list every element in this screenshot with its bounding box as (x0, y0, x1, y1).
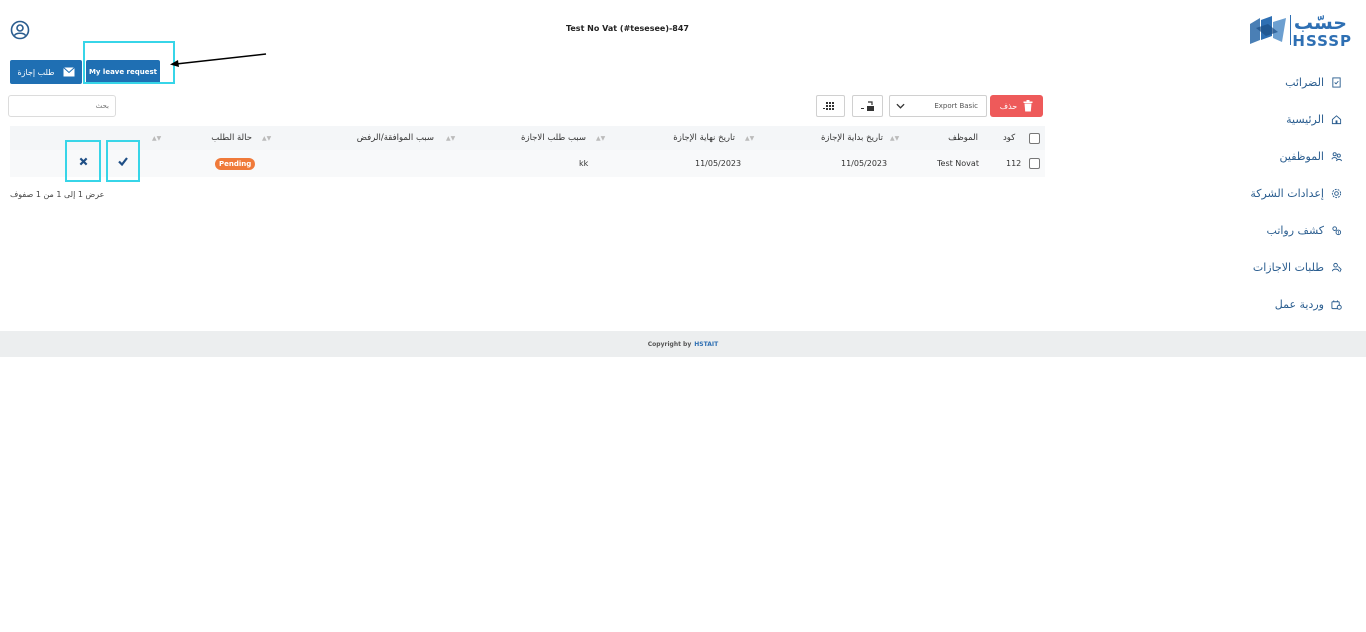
column-header-code[interactable]: كود (1003, 126, 1015, 150)
sidebar-item-label: الموظفين (1279, 150, 1324, 163)
sidebar-item-label: الرئيسية (1286, 113, 1324, 126)
row-checkbox[interactable] (1029, 158, 1040, 169)
employees-icon (1330, 151, 1342, 163)
select-all-checkbox[interactable] (1029, 132, 1040, 144)
tax-icon (1330, 77, 1342, 89)
column-header-label: تاريخ نهاية الإجازة (673, 133, 735, 143)
leave-request-button[interactable]: طلب إجازة (10, 60, 82, 84)
sidebar-item-label: طلبات الاجازات (1252, 261, 1324, 274)
check-icon (118, 157, 128, 166)
column-header-end-date[interactable]: ▲▼ تاريخ نهاية الإجازة (596, 126, 735, 150)
table-header: كود ▲▼ الموظف ▲▼ تاريخ بداية الإجازة ▲▼ تار… (10, 126, 1045, 150)
user-profile-icon[interactable] (10, 20, 30, 40)
sort-icon: ▲▼ (890, 134, 900, 142)
sidebar-item-taxes[interactable]: الضرائب (1222, 64, 1342, 101)
table-row: 112 Test Novat 11/05/2023 11/05/2023 kk … (10, 150, 1045, 177)
sidebar-item-payroll[interactable]: كشف رواتب (1222, 212, 1342, 249)
app-root: Test No Vat (#tesesee)-847 حسّب HSSSP ال… (0, 0, 1366, 632)
sort-icon: ▲▼ (596, 134, 606, 142)
sidebar-item-label: وردية عمل (1274, 298, 1324, 311)
leave-request-label: طلب إجازة (17, 67, 55, 77)
reject-button[interactable] (65, 140, 101, 182)
row-end-date: 11/05/2023 (695, 159, 742, 168)
envelope-icon (62, 67, 75, 77)
logo-divider (1290, 15, 1291, 45)
column-header-reason[interactable]: ▲▼ سبب طلب الاجازة (446, 126, 586, 150)
export-type-select[interactable]: Export Basic (889, 95, 987, 117)
status-badge: Pending (215, 157, 256, 170)
sidebar-item-label: الضرائب (1285, 76, 1324, 89)
columns-toggle-button[interactable] (816, 95, 845, 117)
sidebar-nav: الضرائب الرئيسية الموظفين إعدادات الشركة… (1222, 64, 1342, 323)
trash-icon (1023, 100, 1033, 112)
row-employee: Test Novat (937, 159, 979, 168)
sidebar-item-label: كشف رواتب (1266, 224, 1324, 237)
sidebar-item-company-settings[interactable]: إعدادات الشركة (1222, 175, 1342, 212)
column-header-label: الموظف (948, 133, 978, 143)
payroll-icon (1330, 225, 1342, 237)
logo-mark-icon (1250, 16, 1286, 44)
sort-icon: ▲▼ (745, 134, 755, 142)
footer: Copyright by HSTAIT (0, 331, 1366, 357)
sidebar: حسّب HSSSP الضرائب الرئيسية الموظفين إعد… (1236, 0, 1366, 330)
highlight-box-my-leave (83, 41, 175, 84)
sidebar-item-home[interactable]: الرئيسية (1222, 101, 1342, 138)
sidebar-item-employees[interactable]: الموظفين (1222, 138, 1342, 175)
column-header-label: سبب الموافقة/الرفض (356, 133, 434, 143)
sort-icon: ▲▼ (262, 134, 272, 142)
column-header-status[interactable]: ▲▼ حالة الطلب (152, 126, 252, 150)
row-status-cell: Pending (215, 150, 256, 177)
sidebar-item-work-shift[interactable]: وردية عمل (1222, 286, 1342, 323)
delete-button[interactable]: حذف (990, 95, 1043, 117)
annotation-arrow-icon (170, 53, 267, 67)
sort-icon: ▲▼ (446, 134, 456, 142)
company-settings-icon (1330, 188, 1342, 200)
sort-icon: ▲▼ (152, 134, 162, 142)
logo-arabic-text: حسّب (1293, 12, 1347, 34)
column-header-start-date[interactable]: ▲▼ تاريخ بداية الإجازة (745, 126, 883, 150)
export-options-button[interactable] (852, 95, 883, 117)
work-shift-icon (1330, 299, 1342, 311)
table-info: عرض 1 إلى 1 من 1 صفوف (10, 190, 105, 199)
brand-logo[interactable]: حسّب HSSSP (1236, 10, 1361, 50)
row-start-date: 11/05/2023 (841, 159, 888, 168)
approve-button[interactable] (106, 140, 140, 182)
footer-brand-link[interactable]: HSTAIT (694, 341, 718, 348)
column-header-label: حالة الطلب (211, 133, 252, 143)
search-input[interactable] (8, 95, 116, 117)
grid-icon (822, 102, 834, 110)
sidebar-item-leave-requests[interactable]: طلبات الاجازات (1222, 249, 1342, 286)
row-reason: kk (579, 159, 589, 168)
column-header-label: تاريخ بداية الإجازة (820, 133, 883, 143)
export-type-value: Export Basic (934, 102, 978, 110)
leave-requests-icon (1330, 262, 1342, 274)
leave-requests-table: كود ▲▼ الموظف ▲▼ تاريخ بداية الإجازة ▲▼ تار… (10, 126, 1045, 177)
column-header-decision-reason[interactable]: ▲▼ سبب الموافقة/الرفض (262, 126, 434, 150)
column-header-label: سبب طلب الاجازة (521, 133, 586, 143)
home-icon (1330, 114, 1342, 126)
sidebar-item-label: إعدادات الشركة (1250, 187, 1324, 200)
close-icon (79, 157, 87, 165)
row-code: 112 (1006, 159, 1022, 168)
delete-label: حذف (999, 101, 1018, 111)
select-all-cell[interactable] (1029, 126, 1040, 150)
chevron-down-icon (896, 103, 905, 109)
footer-copyright: Copyright by (647, 340, 692, 348)
row-select-cell[interactable] (1029, 150, 1040, 177)
page-title: Test No Vat (#tesesee)-847 (565, 24, 689, 33)
column-header-employee[interactable]: ▲▼ الموظف (890, 126, 978, 150)
export-icon (860, 101, 874, 111)
logo-latin-text: HSSSP (1292, 32, 1352, 50)
